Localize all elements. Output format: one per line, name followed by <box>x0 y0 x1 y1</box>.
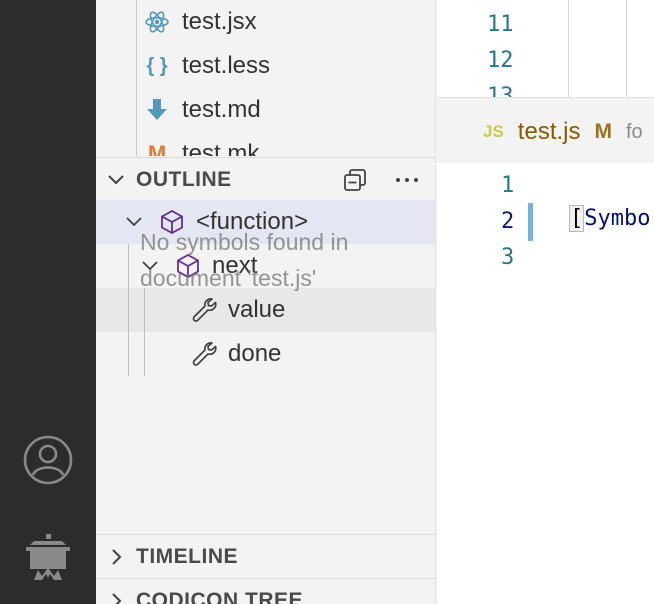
code-editor[interactable]: 1 2 3 [Symbo <box>437 163 654 604</box>
cooking-pot-icon[interactable] <box>22 532 74 584</box>
wrench-icon <box>190 296 218 324</box>
line-number: 12 <box>487 48 514 73</box>
outline-item-label: value <box>228 296 286 323</box>
makefile-icon: M <box>147 141 167 156</box>
chevron-right-icon <box>96 547 136 567</box>
codicon-tree-title: CODICON TREE <box>136 588 304 604</box>
chevron-down-icon <box>96 170 136 190</box>
file-item[interactable]: test.jsx <box>144 0 434 44</box>
modified-line-indicator <box>528 203 533 241</box>
outline-actions <box>340 158 422 202</box>
tab-path: fo <box>625 120 643 143</box>
editor-top-pane[interactable]: 11 12 13 <box>437 0 654 98</box>
file-name: test.md <box>182 96 261 123</box>
editor-tab-bar: JS test.js M fo <box>437 99 654 163</box>
code-token: Symbo <box>584 206 651 231</box>
indent-guide <box>136 0 137 156</box>
braces-icon: { } <box>146 54 168 77</box>
file-item[interactable]: test.md <box>144 88 434 132</box>
more-actions-icon[interactable] <box>392 165 422 195</box>
explorer-file-list: test.jsx { } test.less test.md M test.mk <box>96 0 435 156</box>
chevron-right-icon <box>96 591 136 604</box>
activity-bar <box>0 0 96 604</box>
outline-item-done[interactable]: done <box>96 332 435 376</box>
code-line: [Symbo <box>569 205 650 232</box>
tab-test-js[interactable]: JS test.js M fo <box>437 107 643 157</box>
file-name: test.less <box>182 52 271 79</box>
outline-item-label: done <box>228 340 282 367</box>
account-icon[interactable] <box>22 434 74 486</box>
react-icon <box>144 9 170 35</box>
indent-guide <box>144 288 145 376</box>
outline-title: OUTLINE <box>136 167 232 191</box>
line-number: 13 <box>487 84 514 98</box>
file-item[interactable]: { } test.less <box>144 44 434 88</box>
line-number-active: 2 <box>501 209 515 234</box>
collapse-all-icon[interactable] <box>340 165 370 195</box>
line-number: 1 <box>501 173 515 198</box>
bracket-match-highlight: [ <box>569 205 585 232</box>
file-name: test.mk <box>182 140 260 156</box>
column-ruler <box>626 0 627 97</box>
timeline-section-header[interactable]: TIMELINE <box>96 534 435 578</box>
modified-badge: M <box>594 120 612 143</box>
file-name: test.jsx <box>182 8 257 35</box>
no-symbols-message: No symbols found in document 'test.js' <box>140 229 349 291</box>
markdown-arrow-icon <box>144 97 170 123</box>
wrench-icon <box>190 340 218 368</box>
column-ruler <box>568 0 569 97</box>
outline-section-header[interactable]: OUTLINE <box>96 157 435 202</box>
javascript-file-icon: JS <box>483 122 504 141</box>
indent-guide <box>128 244 129 376</box>
sidebar: test.jsx { } test.less test.md M test.mk… <box>96 0 436 604</box>
file-item[interactable]: M test.mk <box>144 132 434 156</box>
timeline-title: TIMELINE <box>136 544 238 568</box>
tab-label: test.js <box>517 118 581 145</box>
line-number: 11 <box>487 12 514 37</box>
line-number: 3 <box>501 245 515 270</box>
codicon-tree-section-header[interactable]: CODICON TREE <box>96 578 435 604</box>
